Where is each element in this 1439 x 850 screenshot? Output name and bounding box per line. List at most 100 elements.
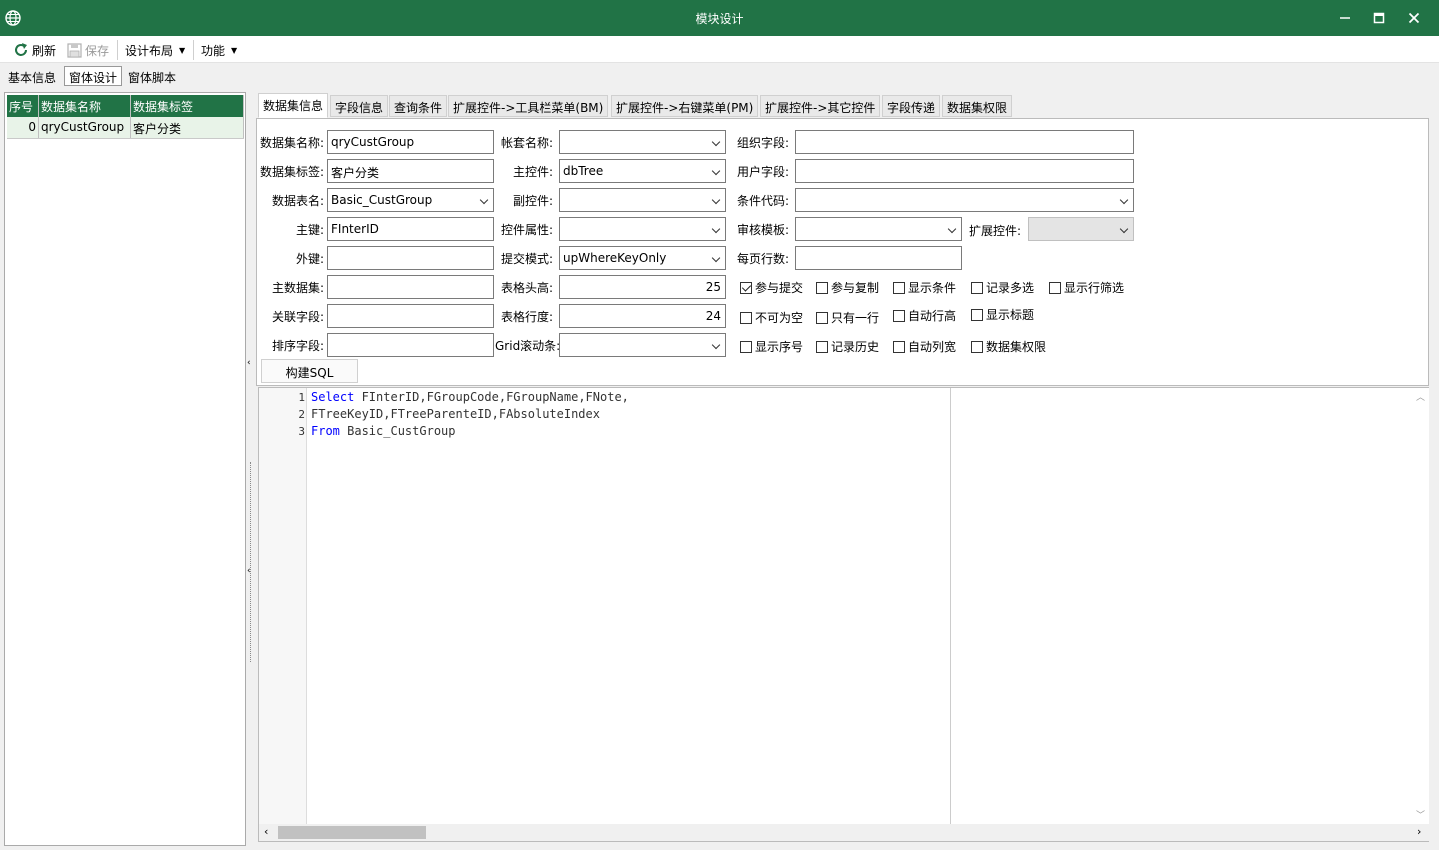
checkbox-label: 显示行筛选 [1064,281,1125,295]
maximize-button[interactable] [1362,0,1396,36]
row-height-input[interactable]: 24 [559,304,726,328]
code-line[interactable]: Select FInterID,FGroupCode,FGroupName,FN… [311,390,629,404]
column-header-name[interactable]: 数据集名称 [39,95,131,117]
sort-field-input[interactable] [327,333,494,357]
control-property-label: 控件属性: [500,223,553,237]
dataset-name-label: 数据集名称: [259,136,324,150]
functions-menu-button[interactable]: 功能 ▼ [201,41,237,59]
maximize-icon [1373,12,1385,24]
scroll-down-icon[interactable]: ﹀ [1416,808,1425,821]
column-header-label[interactable]: 数据集标签 [131,95,244,117]
tab-context-menu[interactable]: 扩展控件->右键菜单(PM) [611,95,759,117]
checkbox-icon [893,340,905,353]
checkbox-show-title[interactable]: 显示标题 [971,306,1034,323]
toolbar-separator [117,40,118,60]
tab-basic-info[interactable]: 基本信息 [4,67,60,87]
audit-template-select[interactable] [795,217,962,241]
collapse-left-icon[interactable]: ‹ [247,358,251,368]
code-line[interactable]: FTreeKeyID,FTreeParenteID,FAbsoluteIndex [311,407,600,421]
org-field-label: 组织字段: [736,136,789,150]
checkbox-single-row[interactable]: 只有一行 [816,309,879,326]
save-button[interactable]: 保存 [67,41,109,59]
functions-label: 功能 [201,43,226,58]
foreign-key-input[interactable] [327,246,494,270]
tab-field-info[interactable]: 字段信息 [330,95,389,117]
condition-code-select[interactable] [795,188,1134,212]
close-icon [1408,12,1420,24]
layout-menu-button[interactable]: 设计布局 ▼ [125,41,185,59]
scroll-up-icon[interactable]: ︿ [1416,390,1425,403]
column-header-index[interactable]: 序号 [7,95,39,117]
build-sql-button[interactable]: 构建SQL [261,359,358,383]
page-rows-input[interactable] [795,246,962,270]
org-field-input[interactable] [795,130,1134,154]
checkbox-icon [971,340,983,353]
user-field-input[interactable] [795,159,1134,183]
tab-toolbar-menu[interactable]: 扩展控件->工具栏菜单(BM) [448,95,609,117]
checkbox-record-history[interactable]: 记录历史 [816,338,879,355]
panel-splitter[interactable]: ‹ ‹ [246,92,256,846]
vertical-scrollbar[interactable]: ︿ ﹀ [1412,388,1429,824]
link-field-input[interactable] [327,304,494,328]
tab-field-transfer[interactable]: 字段传递 [882,95,941,117]
save-label: 保存 [85,43,110,58]
extension-control-label: 扩展控件: [968,224,1021,238]
header-height-label: 表格头高: [500,281,553,295]
close-button[interactable] [1397,0,1431,36]
scroll-right-icon[interactable]: › [1417,825,1421,838]
checkbox-participate-submit[interactable]: 参与提交 [740,279,803,296]
checkbox-dataset-permission[interactable]: 数据集权限 [971,338,1046,355]
sql-editor[interactable]: 1 2 3 Select FInterID,FGroupCode,FGroupN… [258,387,1429,842]
extension-control-select[interactable] [1028,217,1134,241]
tab-dataset-permission[interactable]: 数据集权限 [942,95,1013,117]
checkbox-icon [971,308,983,321]
dataset-list-panel: 序号 数据集名称 数据集标签 0 qryCustGroup 客户分类 [4,92,246,846]
master-dataset-input[interactable] [327,275,494,299]
collapse-left-icon[interactable]: ‹ [247,566,251,576]
checkbox-label: 记录多选 [986,281,1035,295]
checkbox-row-filter[interactable]: 显示行筛选 [1049,279,1124,296]
sub-control-select[interactable] [559,188,726,212]
checkbox-multi-select[interactable]: 记录多选 [971,279,1034,296]
table-name-select[interactable]: Basic_CustGroup [327,188,494,212]
primary-key-label: 主键: [295,223,324,237]
checkbox-label: 记录历史 [831,340,880,354]
checkbox-show-index[interactable]: 显示序号 [740,338,803,355]
dataset-tag-input[interactable]: 客户分类 [327,159,494,183]
main-control-select[interactable]: dbTree [559,159,726,183]
tab-query-conditions[interactable]: 查询条件 [389,95,448,117]
checkbox-auto-row-height[interactable]: 自动行高 [893,307,956,324]
code-line[interactable]: From Basic_CustGroup [311,424,456,438]
scrollbar-thumb[interactable] [278,826,426,839]
dataset-name-input[interactable]: qryCustGroup [327,130,494,154]
checkbox-label: 自动行高 [908,309,957,323]
dropdown-arrow-icon: ▼ [179,45,186,55]
primary-key-input[interactable]: FInterID [327,217,494,241]
table-row[interactable]: 0 qryCustGroup 客户分类 [7,117,244,139]
refresh-button[interactable]: 刷新 [13,41,56,59]
minimize-button[interactable] [1328,0,1362,36]
splitter-grip [250,462,252,662]
checkbox-auto-column-width[interactable]: 自动列宽 [893,338,956,355]
horizontal-scrollbar[interactable]: ‹ › [259,824,1429,841]
grid-scrollbar-label: Grid滚动条: [495,339,561,353]
control-property-select[interactable] [559,217,726,241]
grid-scrollbar-select[interactable] [559,333,726,357]
checkbox-checked-icon [740,281,752,294]
tab-other-controls[interactable]: 扩展控件->其它控件 [760,95,881,117]
tab-form-script[interactable]: 窗体脚本 [124,67,180,87]
checkbox-not-null[interactable]: 不可为空 [740,309,803,326]
checkbox-participate-copy[interactable]: 参与复制 [816,279,879,296]
audit-template-label: 审核模板: [736,223,789,237]
submit-mode-select[interactable]: upWhereKeyOnly [559,246,726,270]
scroll-left-icon[interactable]: ‹ [264,825,268,838]
header-height-input[interactable]: 25 [559,275,726,299]
checkbox-show-condition[interactable]: 显示条件 [893,279,956,296]
window-title: 模块设计 [695,12,744,26]
tab-form-design[interactable]: 窗体设计 [64,66,123,86]
checkbox-icon [740,340,752,353]
account-select[interactable] [559,130,726,154]
toolbar: 刷新 保存 设计布局 ▼ 功能 ▼ [0,36,1439,63]
tab-dataset-info[interactable]: 数据集信息 [258,93,329,118]
line-number: 2 [298,408,305,421]
